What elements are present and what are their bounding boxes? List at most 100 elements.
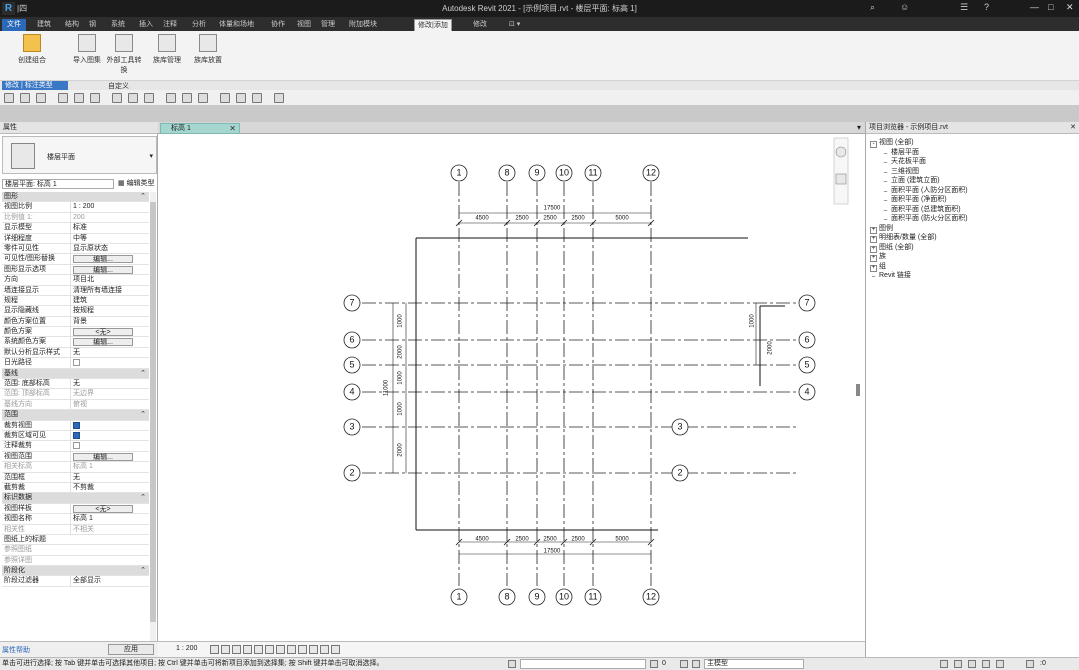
tab-8[interactable]: 体量和场地 xyxy=(216,19,257,31)
analytical-icon[interactable] xyxy=(331,645,340,654)
property-value[interactable]: 显示原状态 xyxy=(70,243,147,254)
property-checkbox[interactable] xyxy=(73,421,80,429)
property-value[interactable]: 无 xyxy=(70,347,147,358)
property-section[interactable]: 基线 ⌃ xyxy=(2,368,149,380)
main-model-field[interactable]: 主模型 xyxy=(704,659,804,669)
property-value[interactable]: 编辑... xyxy=(70,337,147,349)
settings-icon[interactable] xyxy=(274,93,284,103)
property-value[interactable]: 1 : 200 xyxy=(70,202,147,213)
sun-path-icon[interactable] xyxy=(232,645,241,654)
scroll-thumb[interactable] xyxy=(856,384,860,396)
property-button[interactable]: 编辑... xyxy=(73,255,133,264)
user-icon[interactable]: ☺ xyxy=(900,2,909,12)
property-value[interactable]: 建筑 xyxy=(70,295,147,306)
property-button[interactable]: 编辑... xyxy=(73,265,133,274)
instance-filter-select[interactable]: 楼层平面: 标高 1 xyxy=(2,179,114,189)
ribbon-button-2[interactable]: 外部工具转换 xyxy=(104,34,144,75)
ribbon-expand-icon[interactable]: ⊡ ▾ xyxy=(506,19,523,31)
maximize-button[interactable]: □ xyxy=(1048,2,1053,12)
redo-icon[interactable] xyxy=(74,93,84,103)
property-section[interactable]: 阶段化 ⌃ xyxy=(2,566,149,577)
sync-icon[interactable] xyxy=(36,93,46,103)
property-value[interactable]: 无边界 xyxy=(70,389,147,400)
tree-branch-icon[interactable]: – xyxy=(870,274,877,282)
tab-1[interactable]: 建筑 xyxy=(34,19,54,31)
type-selector[interactable]: 楼层平面 ▾ xyxy=(2,136,157,174)
expand-toggle-icon[interactable]: - xyxy=(870,141,877,148)
close-button[interactable]: ✕ xyxy=(1066,2,1074,13)
apply-button[interactable]: 应用 xyxy=(108,644,154,655)
property-section[interactable]: 标识数据 ⌃ xyxy=(2,493,149,504)
help-icon[interactable]: ? xyxy=(984,2,989,12)
browser-item[interactable]: – Revit 链接 xyxy=(870,270,911,282)
property-button[interactable]: 编辑... xyxy=(73,452,133,461)
temp-hide-icon[interactable] xyxy=(298,645,307,654)
property-checkbox[interactable] xyxy=(73,442,80,450)
ribbon-button-3[interactable]: 族库管理 xyxy=(146,34,188,65)
property-value[interactable]: 按规程 xyxy=(70,306,147,317)
collapse-icon[interactable]: ⌃ xyxy=(140,566,146,576)
canvas-scrollbar[interactable] xyxy=(852,134,865,641)
filter-icon[interactable] xyxy=(508,660,516,668)
property-value[interactable]: 不相关 xyxy=(70,524,147,535)
render-icon[interactable] xyxy=(254,645,263,654)
tab-14[interactable]: 修改 xyxy=(470,19,490,31)
scale-field[interactable]: 0 xyxy=(662,658,666,670)
cart-icon[interactable]: ☰ xyxy=(960,2,968,13)
tab-3[interactable]: 钢 xyxy=(86,19,99,31)
show-crop-icon[interactable] xyxy=(276,645,285,654)
tab-12[interactable]: 附加模块 xyxy=(346,19,380,31)
switch-windows-icon[interactable] xyxy=(252,93,262,103)
property-button[interactable]: <无> xyxy=(73,328,133,337)
ribbon-button-1[interactable]: 导入图集 xyxy=(70,34,104,65)
visual-style-icon[interactable] xyxy=(221,645,230,654)
property-value[interactable]: 全部显示 xyxy=(70,576,147,587)
property-value[interactable]: 无 xyxy=(70,472,147,483)
property-value[interactable]: 标准 xyxy=(70,223,147,234)
property-button[interactable]: <无> xyxy=(73,504,133,513)
select-links-icon[interactable] xyxy=(940,660,948,668)
shadows-icon[interactable] xyxy=(243,645,252,654)
crop-icon[interactable] xyxy=(265,645,274,654)
tag-icon[interactable] xyxy=(144,93,154,103)
modify-dropdown[interactable]: 修改 | 标注类型 xyxy=(2,81,68,90)
select-by-face-icon[interactable] xyxy=(982,660,990,668)
property-value[interactable]: 编辑... xyxy=(70,451,147,463)
open-icon[interactable] xyxy=(4,93,14,103)
reveal-hidden-icon[interactable] xyxy=(309,645,318,654)
detail-level-icon[interactable] xyxy=(210,645,219,654)
close-icon[interactable]: ✕ xyxy=(1070,122,1076,134)
property-value[interactable]: 标高 1 xyxy=(70,514,147,525)
property-value[interactable]: 俯视 xyxy=(70,399,147,410)
minimize-button[interactable]: — xyxy=(1030,2,1039,12)
print-icon[interactable] xyxy=(90,93,100,103)
thin-lines-icon[interactable] xyxy=(220,93,230,103)
browser-item[interactable]: – 面积平面 (防火分区面积) xyxy=(882,213,968,225)
property-value[interactable]: 中等 xyxy=(70,233,147,244)
tab-6[interactable]: 注释 xyxy=(160,19,180,31)
property-section[interactable]: 范围 ⌃ xyxy=(2,410,149,421)
ribbon-button-0[interactable]: 创建组合 xyxy=(8,34,56,65)
drag-on-selection-icon[interactable] xyxy=(996,660,1004,668)
close-icon[interactable]: ✕ xyxy=(229,124,236,134)
text-icon[interactable] xyxy=(166,93,176,103)
edit-type-button[interactable]: ▦ 编辑类型 xyxy=(118,179,155,189)
sync-icon[interactable] xyxy=(692,660,700,668)
view-scale[interactable]: 1 : 200 xyxy=(176,645,197,652)
tab-7[interactable]: 分析 xyxy=(189,19,209,31)
select-pinned-icon[interactable] xyxy=(968,660,976,668)
property-value[interactable]: <无> xyxy=(70,327,147,339)
properties-help-link[interactable]: 属性帮助 xyxy=(2,645,30,655)
collapse-icon[interactable]: ⌃ xyxy=(140,192,146,202)
select-underlay-icon[interactable] xyxy=(954,660,962,668)
property-value[interactable]: <无> xyxy=(70,503,147,515)
property-value[interactable]: 清理所有墙连接 xyxy=(70,285,147,296)
ribbon-button-4[interactable]: 族库放置 xyxy=(188,34,228,65)
workset-field[interactable] xyxy=(520,659,646,669)
view-tabs-menu-icon[interactable]: ▾ xyxy=(857,123,861,132)
chevron-down-icon[interactable]: ▾ xyxy=(149,152,153,160)
properties-scrollbar[interactable] xyxy=(150,192,156,657)
floor-plan-drawing[interactable]: 1 8 9 10 11 12 1 8 9 10 11 12 7 6 5 4 3 2 7 6 5 4 3 2 4500 2500 25… xyxy=(160,134,852,641)
property-section[interactable]: 图形 ⌃ xyxy=(2,192,149,203)
worksharing-icon[interactable] xyxy=(320,645,329,654)
